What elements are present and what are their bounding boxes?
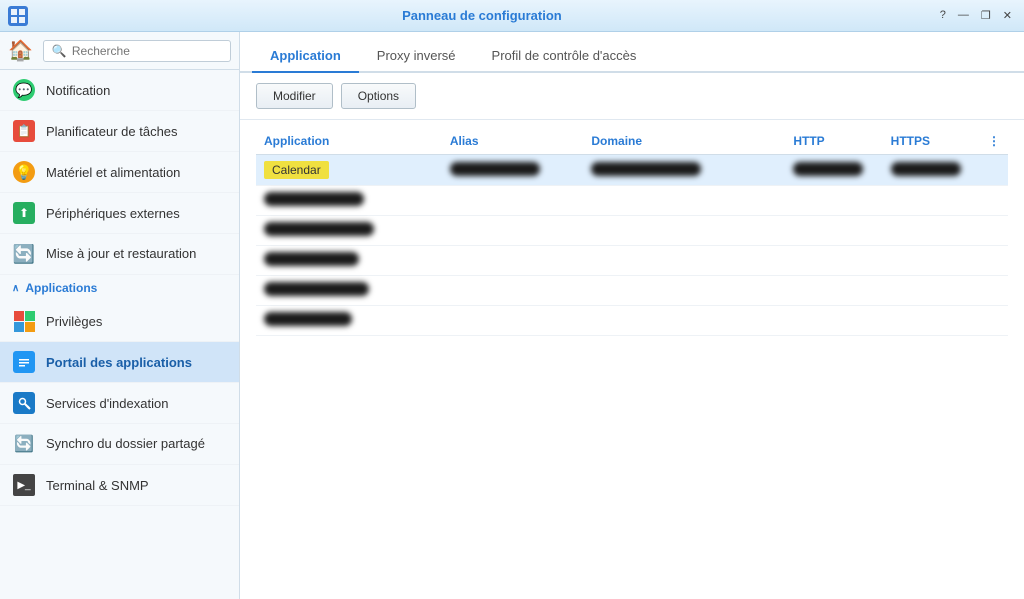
section-label: Applications — [25, 281, 97, 295]
terminal-icon: ▶_ — [12, 473, 36, 497]
sidebar-item-label: Périphériques externes — [46, 206, 180, 221]
sidebar-item-label: Terminal & SNMP — [46, 478, 149, 493]
portail-icon — [12, 350, 36, 374]
sidebar: 🏠 🔍 💬 Notification 📋 Planificateur de tâ… — [0, 32, 240, 599]
search-input[interactable] — [72, 44, 222, 58]
cell-https — [883, 186, 980, 216]
window-controls[interactable]: ? — ❐ ✕ — [936, 9, 1016, 22]
blurred-value — [450, 162, 540, 176]
titlebar: Panneau de configuration ? — ❐ ✕ — [0, 0, 1024, 32]
table-row[interactable] — [256, 276, 1008, 306]
sidebar-item-planificateur[interactable]: 📋 Planificateur de tâches — [0, 111, 239, 152]
table-row[interactable] — [256, 306, 1008, 336]
indexation-icon — [12, 391, 36, 415]
cell-application — [256, 216, 442, 246]
table-row[interactable] — [256, 216, 1008, 246]
cell-application: Calendar — [256, 155, 442, 186]
cell-alias — [442, 186, 584, 216]
col-https: HTTPS — [883, 128, 980, 155]
blurred-value — [891, 162, 961, 176]
table-container: Application Alias Domaine HTTP HTTPS ⋮ C… — [240, 120, 1024, 599]
synchro-icon: 🔄 — [12, 432, 36, 456]
app-icon — [8, 6, 28, 26]
sidebar-item-privileges[interactable]: Privilèges — [0, 301, 239, 342]
table-header-row: Application Alias Domaine HTTP HTTPS ⋮ — [256, 128, 1008, 155]
notification-icon: 💬 — [12, 78, 36, 102]
window-title: Panneau de configuration — [28, 8, 936, 23]
col-alias: Alias — [442, 128, 584, 155]
options-button[interactable]: Options — [341, 83, 416, 109]
sidebar-item-label: Synchro du dossier partagé — [46, 436, 205, 453]
close-btn[interactable]: ✕ — [999, 9, 1016, 22]
miseajour-icon: 🔄 — [12, 242, 36, 266]
cell-http — [785, 155, 882, 186]
cell-http — [785, 186, 882, 216]
blurred-value — [264, 192, 364, 206]
sidebar-item-label: Services d'indexation — [46, 396, 168, 411]
materiel-icon: 💡 — [12, 160, 36, 184]
content-area: Application Proxy inversé Profil de cont… — [240, 32, 1024, 599]
sidebar-item-label: Mise à jour et restauration — [46, 246, 196, 263]
table-row[interactable] — [256, 186, 1008, 216]
home-icon: 🏠 — [8, 38, 33, 63]
cell-application — [256, 246, 442, 276]
tab-proxy[interactable]: Proxy inversé — [359, 40, 474, 73]
applications-table: Application Alias Domaine HTTP HTTPS ⋮ C… — [256, 128, 1008, 336]
sidebar-item-notification[interactable]: 💬 Notification — [0, 70, 239, 111]
sidebar-item-label: Notification — [46, 83, 110, 98]
chevron-icon: ∧ — [12, 283, 19, 294]
planificateur-icon: 📋 — [12, 119, 36, 143]
search-box[interactable]: 🔍 — [43, 40, 231, 62]
sidebar-item-peripheriques[interactable]: ⬆ Périphériques externes — [0, 193, 239, 234]
sidebar-item-materiel[interactable]: 💡 Matériel et alimentation — [0, 152, 239, 193]
sidebar-item-label: Privilèges — [46, 314, 102, 329]
cell-alias — [442, 155, 584, 186]
maximize-btn[interactable]: ❐ — [977, 9, 995, 22]
peripheriques-icon: ⬆ — [12, 201, 36, 225]
sidebar-item-label: Planificateur de tâches — [46, 124, 178, 139]
blurred-value — [793, 162, 863, 176]
titlebar-left — [8, 6, 28, 26]
minimize-btn[interactable]: — — [954, 9, 973, 22]
question-btn[interactable]: ? — [936, 9, 950, 22]
modifier-button[interactable]: Modifier — [256, 83, 333, 109]
home-button[interactable]: 🏠 — [8, 38, 33, 63]
blurred-value — [264, 312, 352, 326]
cell-application — [256, 276, 442, 306]
col-application: Application — [256, 128, 442, 155]
cell-application — [256, 306, 442, 336]
cell-more — [980, 155, 1008, 186]
main-container: 🏠 🔍 💬 Notification 📋 Planificateur de tâ… — [0, 32, 1024, 599]
table-row[interactable]: Calendar — [256, 155, 1008, 186]
sidebar-item-portail[interactable]: Portail des applications — [0, 342, 239, 383]
sidebar-item-indexation[interactable]: Services d'indexation — [0, 383, 239, 424]
blurred-value — [264, 282, 369, 296]
tab-application[interactable]: Application — [252, 40, 359, 73]
blurred-value — [264, 252, 359, 266]
blurred-value — [591, 162, 701, 176]
tab-bar: Application Proxy inversé Profil de cont… — [240, 32, 1024, 73]
cell-https — [883, 155, 980, 186]
cell-application — [256, 186, 442, 216]
section-applications[interactable]: ∧ Applications — [0, 275, 239, 301]
calendar-badge: Calendar — [264, 161, 329, 179]
sidebar-item-synchro[interactable]: 🔄 Synchro du dossier partagé — [0, 424, 239, 465]
col-http: HTTP — [785, 128, 882, 155]
sidebar-item-miseajour[interactable]: 🔄 Mise à jour et restauration — [0, 234, 239, 275]
cell-domaine — [583, 155, 785, 186]
col-more: ⋮ — [980, 128, 1008, 155]
cell-domaine — [583, 186, 785, 216]
search-icon: 🔍 — [52, 44, 67, 58]
sidebar-item-label: Portail des applications — [46, 355, 192, 370]
table-row[interactable] — [256, 246, 1008, 276]
blurred-value — [264, 222, 374, 236]
tab-profil[interactable]: Profil de contrôle d'accès — [474, 40, 655, 73]
toolbar: Modifier Options — [240, 73, 1024, 120]
col-domaine: Domaine — [583, 128, 785, 155]
privileges-icon — [12, 309, 36, 333]
sidebar-item-terminal[interactable]: ▶_ Terminal & SNMP — [0, 465, 239, 506]
sidebar-item-label: Matériel et alimentation — [46, 165, 180, 180]
